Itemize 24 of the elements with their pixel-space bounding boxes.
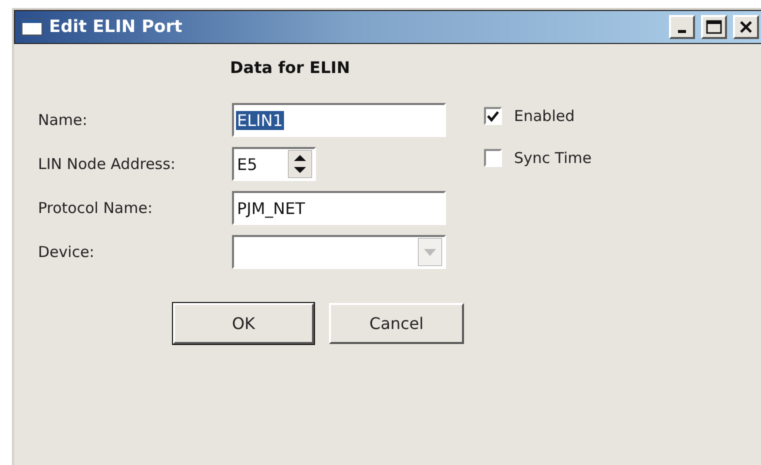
- spin-field[interactable]: E5: [232, 147, 316, 181]
- field-label: Device:: [38, 243, 96, 261]
- maximize-icon: [706, 20, 722, 34]
- dialog-button[interactable]: OK: [173, 303, 314, 344]
- minimize-button[interactable]: [669, 15, 695, 39]
- maximize-button[interactable]: [701, 15, 727, 39]
- field-label: Protocol Name:: [38, 199, 154, 217]
- text-field[interactable]: ELIN1: [232, 103, 446, 137]
- checkbox-label: Sync Time: [514, 149, 592, 167]
- window-icon: [21, 18, 43, 36]
- close-button[interactable]: [733, 15, 759, 39]
- field-label: Name:: [38, 111, 88, 129]
- spin-arrows-icon[interactable]: [288, 150, 312, 178]
- checkbox-label: Enabled: [514, 107, 575, 125]
- field-label: LIN Node Address:: [38, 155, 176, 173]
- section-heading: Data for ELIN: [230, 58, 351, 77]
- dialog-button[interactable]: Cancel: [329, 303, 464, 344]
- checkbox[interactable]: [484, 107, 502, 125]
- window-title: Edit ELIN Port: [49, 17, 184, 37]
- minimize-icon: [678, 30, 686, 33]
- dropdown-field[interactable]: [232, 235, 446, 269]
- close-icon: [739, 20, 753, 34]
- checkbox[interactable]: [484, 149, 502, 167]
- text-field[interactable]: PJM_NET: [232, 191, 446, 225]
